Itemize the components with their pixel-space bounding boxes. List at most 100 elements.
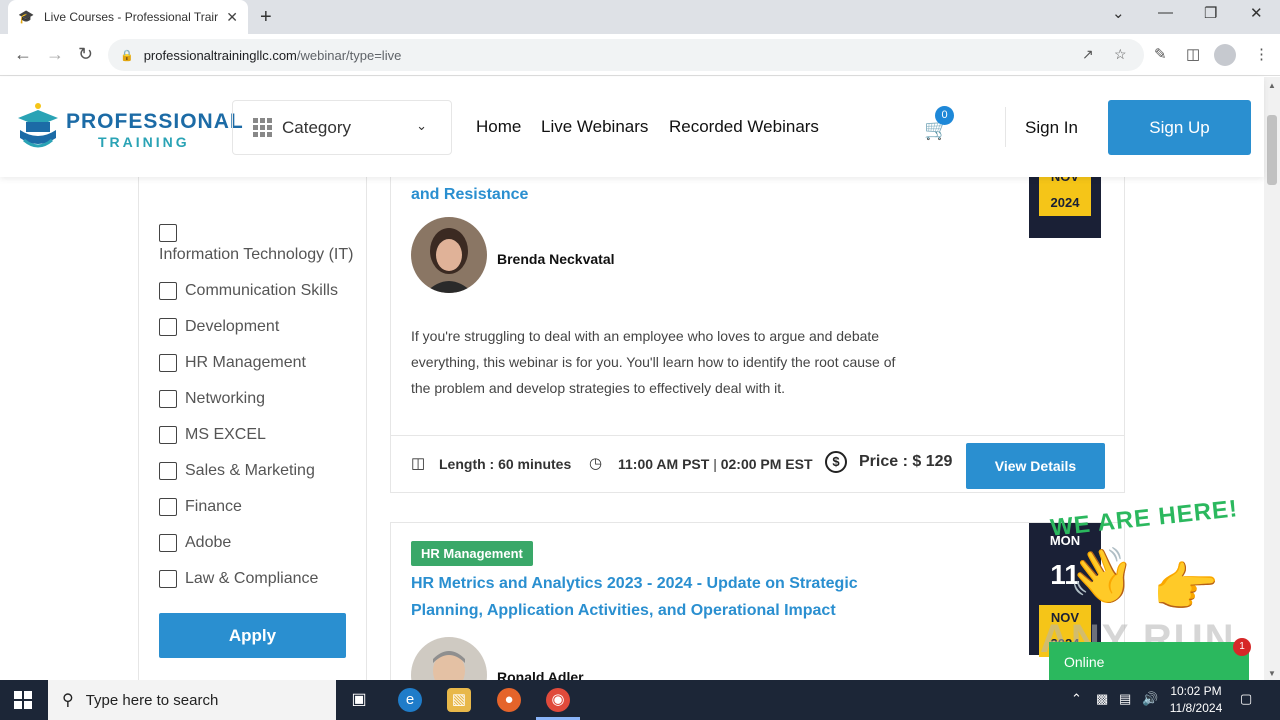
filter-checkbox[interactable] <box>159 224 177 242</box>
category-filter-panel: Information Technology (IT) Communicatio… <box>138 177 367 680</box>
filter-option[interactable]: Sales & Marketing <box>159 462 315 480</box>
more-menu-icon[interactable]: ⋮ <box>1254 45 1269 63</box>
filter-checkbox[interactable] <box>159 426 177 444</box>
webinar-title[interactable]: Handling Difficult Employees: Strategies… <box>411 177 911 208</box>
filter-label: Law & Compliance <box>185 570 319 587</box>
dollar-icon: $ <box>825 451 847 473</box>
close-tab-icon[interactable]: ✕ <box>226 9 238 26</box>
filter-label: Sales & Marketing <box>185 462 315 479</box>
filter-checkbox[interactable] <box>159 570 177 588</box>
speaker-name: Brenda Neckvatal <box>497 251 615 267</box>
category-label: Category <box>282 117 351 137</box>
filter-label: Adobe <box>185 534 232 551</box>
new-tab-icon[interactable]: + <box>260 6 272 29</box>
reload-icon[interactable]: ↻ <box>78 44 93 65</box>
filter-label: Information Technology (IT) <box>159 246 354 263</box>
filter-label: MS EXCEL <box>185 426 266 443</box>
filter-checkbox[interactable] <box>159 498 177 516</box>
view-details-button[interactable]: View Details <box>966 443 1105 489</box>
address-toolbar: ← → ↻ 🔒 professionaltrainingllc.com/webi… <box>0 34 1280 76</box>
clock-time: 10:02 PM <box>1170 684 1222 698</box>
scroll-up-arrow-icon[interactable]: ▲ <box>1268 81 1276 90</box>
cart-count-badge: 0 <box>935 106 954 125</box>
chevron-down-icon: ⌄ <box>416 118 427 133</box>
side-panel-icon[interactable]: ◫ <box>1186 45 1200 63</box>
logo-mark-icon <box>18 103 58 148</box>
tab-title: Live Courses - Professional Trair <box>44 10 219 24</box>
extensions-puzzle-icon[interactable]: ✎ <box>1154 45 1167 63</box>
share-icon[interactable]: ↗ <box>1082 46 1094 63</box>
back-icon[interactable]: ← <box>14 44 32 65</box>
clock-icon: ◷ <box>589 455 603 472</box>
close-window-icon[interactable]: ✕ <box>1250 4 1263 22</box>
filter-checkbox[interactable] <box>159 354 177 372</box>
grid-icon <box>253 118 272 137</box>
webinar-description: If you're struggling to deal with an emp… <box>411 328 896 396</box>
firefox-icon[interactable]: ● <box>497 688 521 712</box>
filter-option[interactable]: Law & Compliance <box>159 570 318 588</box>
filter-checkbox[interactable] <box>159 282 177 300</box>
nav-home[interactable]: Home <box>476 117 521 137</box>
filter-option[interactable]: MS EXCEL <box>159 426 266 444</box>
browser-tab[interactable]: 🎓 Live Courses - Professional Trair ✕ <box>8 0 248 34</box>
chrome-icon[interactable]: ◉ <box>546 688 570 712</box>
scrollbar-thumb[interactable] <box>1267 115 1277 185</box>
date-month-year: NOV 2024 <box>1039 177 1091 216</box>
filter-option[interactable]: Adobe <box>159 534 231 552</box>
forward-icon[interactable]: → <box>46 44 64 65</box>
volume-icon[interactable]: 🔊 <box>1142 691 1158 707</box>
nav-recorded-webinars[interactable]: Recorded Webinars <box>669 117 819 137</box>
site-logo[interactable]: PROFESSIONAL TRAINING <box>16 102 243 156</box>
category-tag[interactable]: HR Management <box>411 541 533 566</box>
windows-start-icon[interactable] <box>14 691 32 709</box>
webinar-title[interactable]: HR Metrics and Analytics 2023 - 2024 - U… <box>411 570 891 624</box>
bookmark-star-icon[interactable]: ☆ <box>1114 46 1127 63</box>
filter-checkbox[interactable] <box>159 318 177 336</box>
address-bar[interactable]: 🔒 professionaltrainingllc.com/webinar/ty… <box>108 39 1144 71</box>
webinar-card-footer: ◫ Length : 60 minutes ◷ 11:00 AM PST | 0… <box>391 435 1124 493</box>
profile-avatar-icon[interactable] <box>1214 44 1236 66</box>
minimize-icon[interactable]: — <box>1158 4 1173 21</box>
speaker-avatar <box>411 217 487 293</box>
taskbar-clock[interactable]: 10:02 PM 11/8/2024 <box>1166 683 1226 717</box>
nav-live-webinars[interactable]: Live Webinars <box>541 117 648 137</box>
filter-label: Networking <box>185 390 266 407</box>
filter-option[interactable]: Finance <box>159 498 242 516</box>
file-explorer-icon[interactable]: ▧ <box>447 688 471 712</box>
restore-icon[interactable]: ❐ <box>1204 4 1217 22</box>
taskbar-search[interactable]: ⚲ Type here to search <box>48 680 336 720</box>
page-scrollbar[interactable]: ▲ ▼ <box>1264 77 1280 680</box>
sign-up-button[interactable]: Sign Up <box>1108 100 1251 155</box>
webinar-price: Price : $ 129 <box>859 453 953 470</box>
filter-label: Development <box>185 318 280 335</box>
filter-option[interactable]: Communication Skills <box>159 282 338 300</box>
task-view-icon[interactable]: ▣ <box>347 688 371 712</box>
category-dropdown[interactable]: Category ⌄ <box>232 100 452 155</box>
chat-online-bar[interactable]: Online <box>1049 642 1249 680</box>
filter-checkbox[interactable] <box>159 390 177 408</box>
live-chat-widget[interactable]: WE ARE HERE! 👋 👉 ANY RUN Online 1 <box>1040 495 1260 680</box>
webinar-card: HR Management HR Metrics and Analytics 2… <box>390 522 1125 680</box>
tab-search-chevron-icon[interactable]: ⌄ <box>1112 4 1125 22</box>
filter-option[interactable]: Networking <box>159 390 265 408</box>
filter-label: Communication Skills <box>185 282 338 299</box>
tray-device-icon[interactable]: ▩ <box>1096 691 1108 707</box>
header-divider <box>1005 107 1006 147</box>
speaker-avatar <box>411 637 487 680</box>
notification-icon[interactable]: ▢ <box>1240 691 1252 707</box>
date-year: 2024 <box>1050 195 1080 210</box>
sign-in-link[interactable]: Sign In <box>1025 118 1078 138</box>
network-icon[interactable]: ▤ <box>1119 691 1131 707</box>
edge-browser-icon[interactable]: e <box>398 688 422 712</box>
apply-filter-button[interactable]: Apply <box>159 613 346 658</box>
filter-option[interactable]: Information Technology (IT) <box>159 224 353 264</box>
url-text: professionaltrainingllc.com/webinar/type… <box>143 47 402 63</box>
webinar-card: Handling Difficult Employees: Strategies… <box>390 177 1125 493</box>
filter-checkbox[interactable] <box>159 462 177 480</box>
tray-chevron-icon[interactable]: ⌃ <box>1071 691 1082 707</box>
scroll-down-arrow-icon[interactable]: ▼ <box>1268 669 1276 678</box>
filter-option[interactable]: HR Management <box>159 354 306 372</box>
filter-checkbox[interactable] <box>159 534 177 552</box>
filter-option[interactable]: Development <box>159 318 279 336</box>
date-month: NOV <box>1039 177 1091 190</box>
